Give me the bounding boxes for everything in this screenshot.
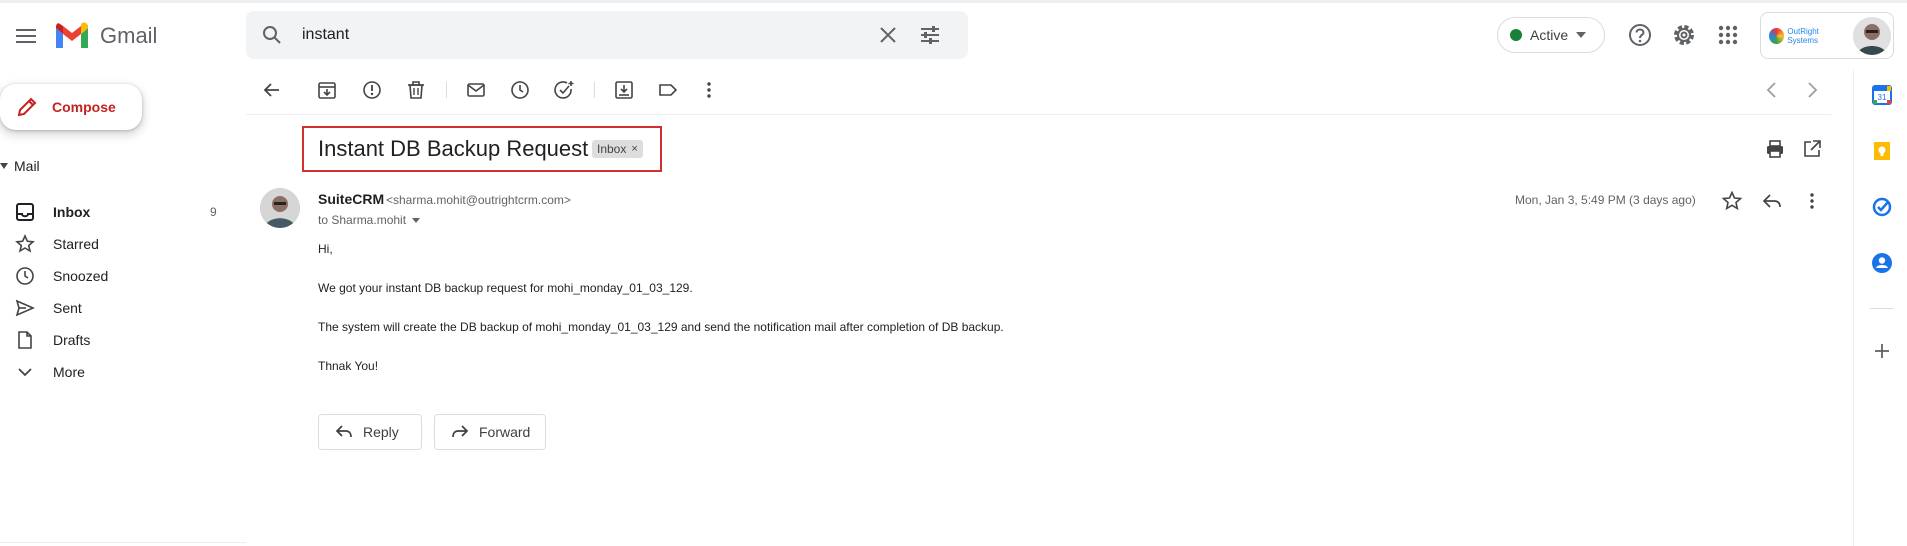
toolbar-divider: [594, 82, 595, 98]
add-task-icon[interactable]: [553, 79, 575, 101]
tasks-icon[interactable]: [1871, 196, 1893, 218]
inbox-label-badge: Inbox ×: [592, 140, 643, 158]
caret-down-icon: [0, 163, 8, 169]
sidebar-item-sent[interactable]: Sent: [0, 292, 236, 324]
sidebar-item-snoozed[interactable]: Snoozed: [0, 260, 236, 292]
reply-button[interactable]: Reply: [318, 414, 422, 450]
clock-icon: [15, 266, 35, 286]
org-logo-icon: [1769, 28, 1785, 44]
mail-section-toggle[interactable]: Mail: [0, 158, 40, 174]
status-label: Active: [1530, 27, 1569, 43]
sidebar-item-label: Starred: [53, 236, 99, 252]
remove-label-icon[interactable]: ×: [631, 143, 637, 155]
top-border: [0, 0, 1907, 3]
gmail-m-icon: [56, 22, 88, 48]
body-paragraph: We got your instant DB backup request fo…: [318, 281, 693, 295]
keep-notes-icon[interactable]: [1871, 140, 1893, 162]
caret-down-icon: [412, 217, 421, 223]
account-switcher[interactable]: OutRight Systems: [1760, 12, 1894, 59]
report-spam-icon[interactable]: [361, 79, 383, 101]
message-date: Mon, Jan 3, 5:49 PM (3 days ago): [1515, 193, 1696, 207]
star-message-icon[interactable]: [1721, 190, 1743, 212]
sidebar-item-label: More: [53, 364, 85, 380]
account-avatar[interactable]: [1853, 17, 1891, 55]
sidebar-item-starred[interactable]: Starred: [0, 228, 236, 260]
open-new-window-icon[interactable]: [1801, 138, 1823, 160]
organization-logo: OutRight Systems: [1769, 26, 1849, 46]
message-more-icon[interactable]: [1801, 190, 1823, 212]
forward-label: Forward: [479, 424, 531, 440]
newer-chevron-left-icon[interactable]: [1761, 79, 1783, 101]
send-icon: [15, 298, 35, 318]
mail-section-label: Mail: [14, 158, 40, 174]
sender-name: SuiteCRM: [318, 191, 385, 207]
chevron-down-icon: [15, 362, 35, 382]
get-addons-plus-icon[interactable]: [1871, 340, 1893, 362]
calendar-icon[interactable]: 31: [1871, 84, 1893, 106]
sidebar-bottom-divider: [0, 542, 246, 543]
status-dot: [1510, 29, 1522, 41]
sidebar-item-label: Inbox: [53, 204, 91, 220]
side-panel-divider: [1853, 70, 1854, 546]
sidebar-item-inbox[interactable]: Inbox 9: [0, 196, 236, 228]
snooze-clock-icon[interactable]: [509, 79, 531, 101]
sender-avatar[interactable]: [260, 188, 300, 228]
recipient-details-toggle[interactable]: to Sharma.mohit: [318, 213, 421, 227]
more-options-icon[interactable]: [698, 79, 720, 101]
caret-down-icon: [1576, 32, 1587, 38]
sidebar-item-more[interactable]: More: [0, 356, 236, 388]
search-icon[interactable]: [260, 23, 284, 47]
sidebar-item-label: Sent: [53, 300, 82, 316]
print-icon[interactable]: [1764, 138, 1786, 160]
main-menu-button[interactable]: [10, 20, 42, 52]
search-bar[interactable]: [246, 11, 968, 59]
reply-label: Reply: [363, 424, 399, 440]
label-badge-text: Inbox: [597, 142, 627, 156]
toolbar-divider: [446, 82, 447, 98]
body-paragraph: Thnak You!: [318, 359, 379, 373]
clear-search-icon[interactable]: [876, 23, 900, 47]
side-panel-separator: [1870, 308, 1894, 309]
org-name: OutRight Systems: [1787, 27, 1819, 45]
delete-trash-icon[interactable]: [405, 79, 427, 101]
forward-button[interactable]: Forward: [434, 414, 546, 450]
body-paragraph: Hi,: [318, 242, 333, 256]
compose-label: Compose: [52, 99, 116, 115]
apps-grid-icon[interactable]: [1715, 22, 1741, 48]
label-tag-icon[interactable]: [657, 79, 679, 101]
mark-unread-icon[interactable]: [465, 79, 487, 101]
sidebar-item-label: Snoozed: [53, 268, 109, 284]
older-chevron-right-icon[interactable]: [1801, 79, 1823, 101]
search-options-icon[interactable]: [918, 23, 942, 47]
gmail-logo[interactable]: Gmail: [54, 20, 157, 52]
reply-icon: [335, 425, 352, 438]
reply-arrow-icon[interactable]: [1761, 190, 1783, 212]
compose-button[interactable]: Compose: [0, 84, 142, 130]
settings-gear-icon[interactable]: [1671, 22, 1697, 48]
sidebar-item-drafts[interactable]: Drafts: [0, 324, 236, 356]
status-dropdown[interactable]: Active: [1497, 17, 1605, 53]
search-input[interactable]: [302, 23, 862, 47]
move-to-icon[interactable]: [613, 79, 635, 101]
draft-icon: [15, 330, 35, 350]
body-paragraph: The system will create the DB backup of …: [318, 320, 1004, 334]
email-subject: Instant DB Backup Request: [318, 136, 589, 161]
sidebar-item-label: Drafts: [53, 332, 91, 348]
svg-text:31: 31: [1878, 93, 1887, 102]
contacts-icon[interactable]: [1871, 252, 1893, 274]
app-name: Gmail: [100, 23, 158, 48]
toolbar-divider-line: [246, 114, 1831, 115]
back-arrow-icon[interactable]: [261, 79, 283, 101]
unread-count: 9: [210, 205, 217, 219]
pencil-icon: [17, 97, 37, 117]
recipient-line: to Sharma.mohit: [318, 213, 407, 227]
hamburger-icon: [16, 29, 36, 43]
inbox-icon: [15, 202, 35, 222]
sender-email: <sharma.mohit@outrightcrm.com>: [386, 193, 571, 207]
help-icon[interactable]: [1627, 22, 1653, 48]
archive-icon[interactable]: [316, 79, 338, 101]
star-icon: [15, 234, 35, 254]
forward-icon: [452, 425, 469, 438]
